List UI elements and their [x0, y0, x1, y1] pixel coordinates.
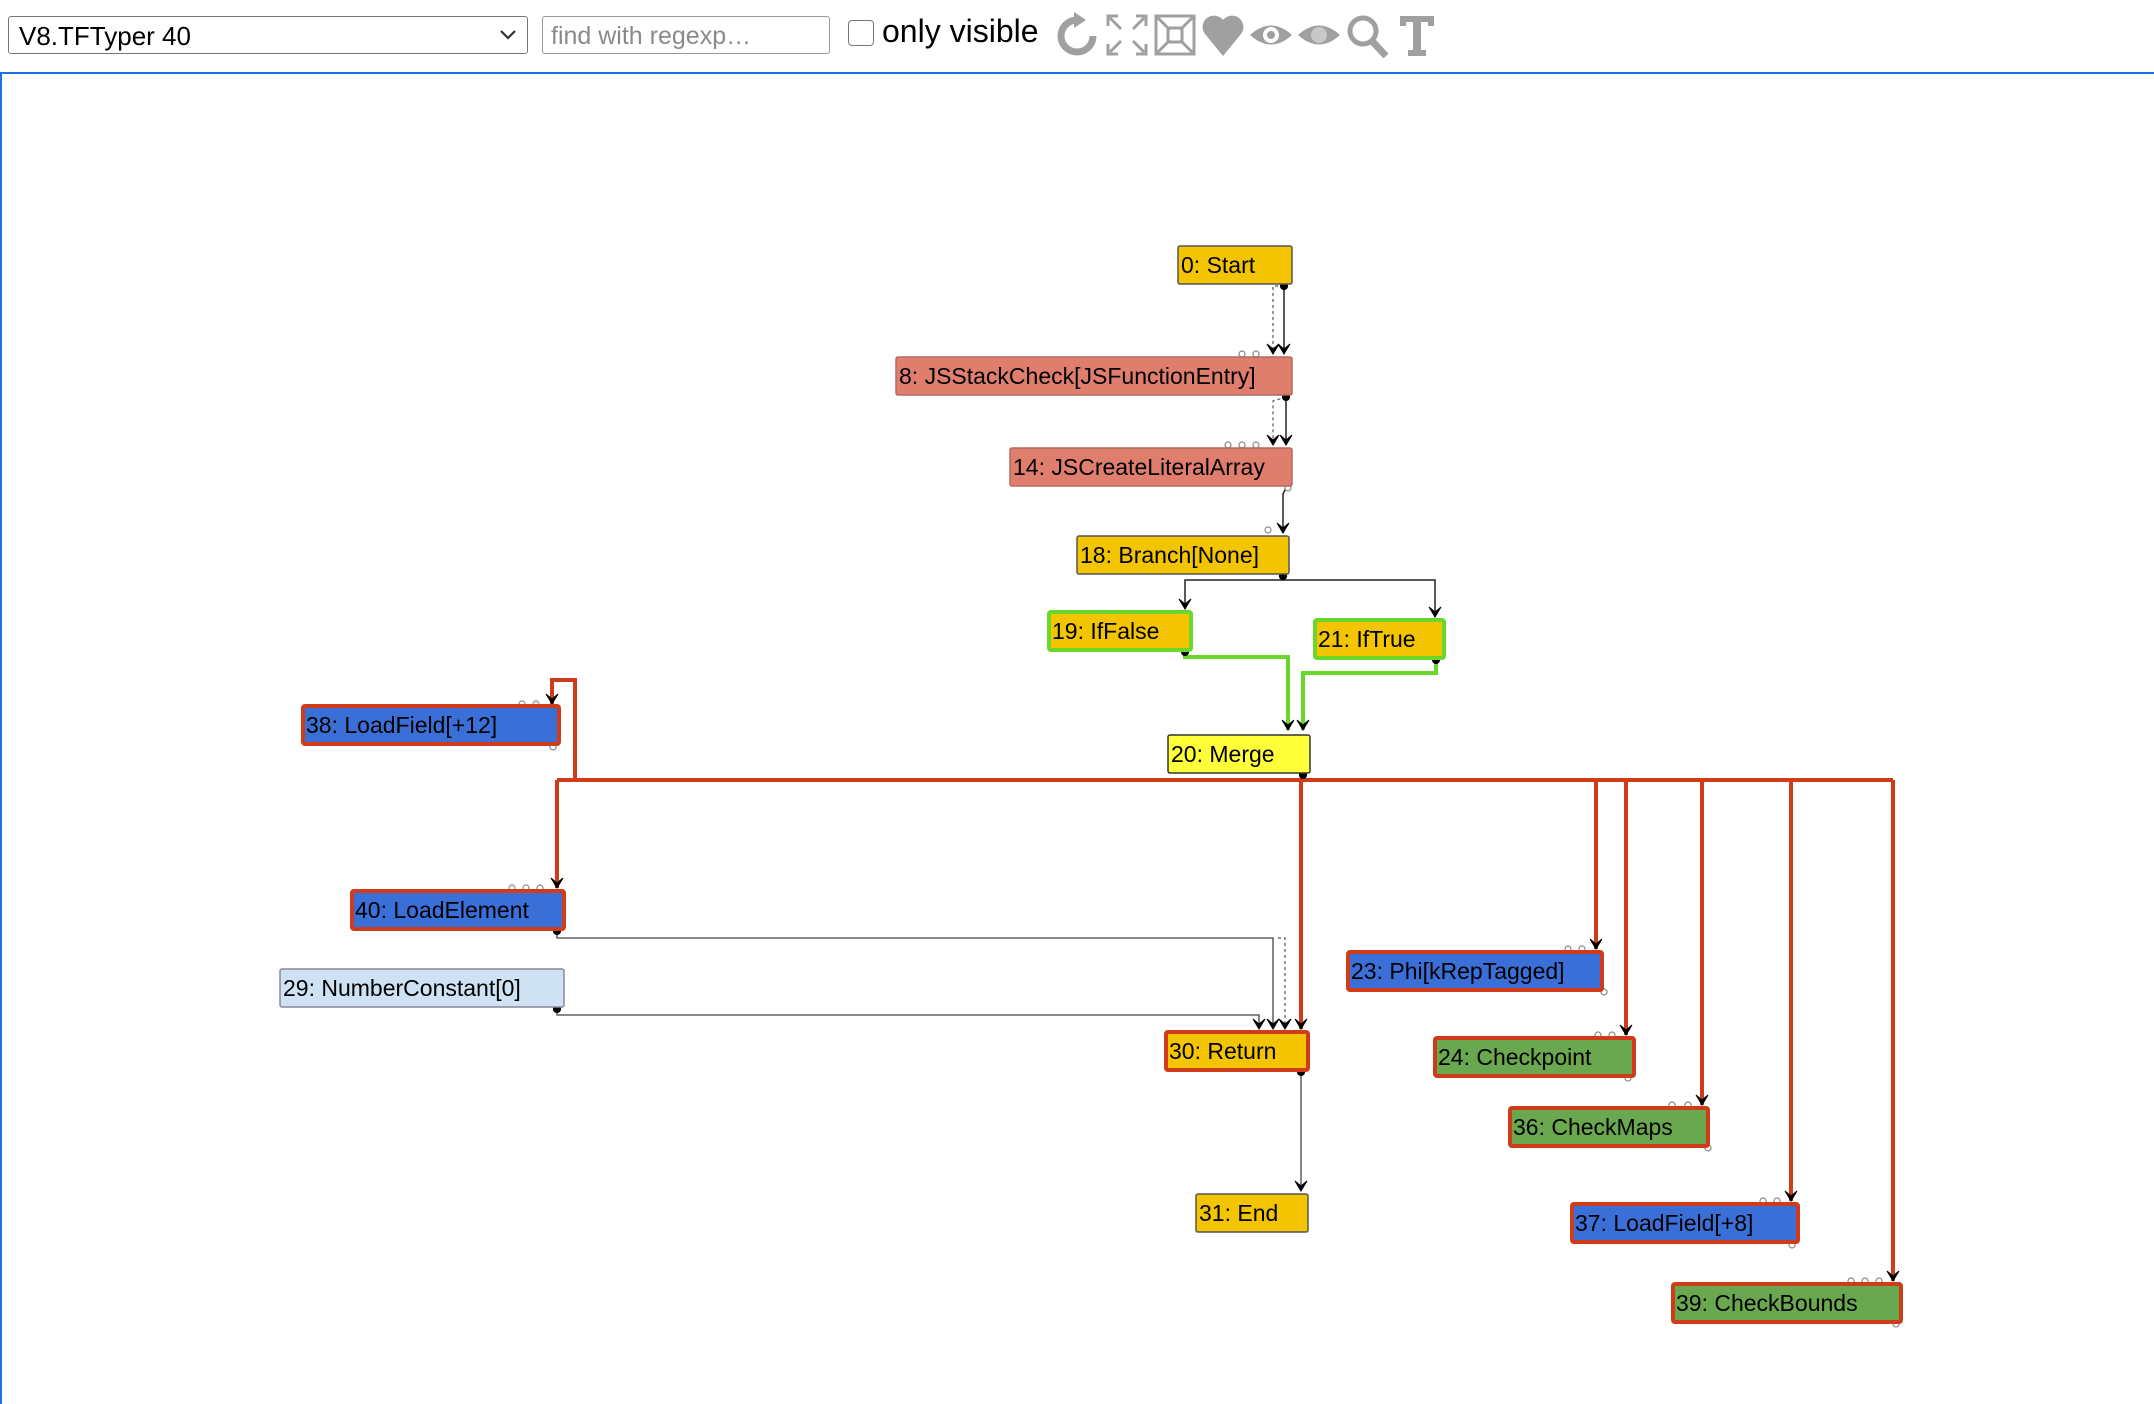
graph-node-18[interactable]: 18: Branch[None] [1076, 535, 1290, 575]
graph-node-label: 23: Phi[kRepTagged] [1351, 958, 1565, 984]
graph-node-label: 0: Start [1181, 252, 1256, 278]
arrowhead-control-1 [1266, 343, 1280, 355]
graph-node-0[interactable]: 0: Start [1177, 245, 1293, 285]
graph-node-label: 19: IfFalse [1052, 618, 1159, 644]
graph-node-label: 30: Return [1169, 1038, 1276, 1064]
graph-nodes: 0: Start 8: JSStackCheck[JSFunctionEntry]… [279, 245, 1903, 1324]
graph-node-23[interactable]: 23: Phi[kRepTagged] [1346, 950, 1604, 992]
graph-node-label: 21: IfTrue [1318, 626, 1416, 652]
only-visible-label: only visible [882, 13, 1039, 49]
graph-node-30[interactable]: 30: Return [1164, 1030, 1310, 1072]
graph-node-label: 14: JSCreateLiteralArray [1013, 454, 1265, 480]
eye-icon[interactable] [1248, 10, 1294, 60]
toolbar: V8.TFTyper 40 find with regexp… only vis… [0, 0, 2154, 72]
graph-node-37[interactable]: 37: LoadField[+8] [1570, 1202, 1800, 1244]
edge-iftrue-to-merge [1301, 660, 1438, 730]
search-input[interactable]: find with regexp… [542, 16, 830, 54]
only-visible-checkbox[interactable] [848, 20, 874, 46]
graph-node-label: 36: CheckMaps [1513, 1114, 1673, 1140]
graph-ports [508, 281, 1900, 1328]
input-port-5 [1264, 526, 1272, 534]
graph-node-8[interactable]: 8: JSStackCheck[JSFunctionEntry] [895, 356, 1293, 396]
graph-node-label: 20: Merge [1171, 741, 1275, 767]
edge-loadelement-to-return [556, 931, 1274, 1029]
eye-hidden-icon[interactable] [1296, 10, 1342, 60]
search-icon[interactable] [1344, 10, 1390, 60]
graph-node-label: 40: LoadElement [355, 897, 530, 923]
fit-icon[interactable] [1152, 10, 1198, 60]
graph-node-39[interactable]: 39: CheckBounds [1671, 1282, 1903, 1324]
graph-node-29[interactable]: 29: NumberConstant[0] [279, 968, 565, 1008]
graph-node-label: 31: End [1199, 1200, 1278, 1226]
graph-node-19[interactable]: 19: IfFalse [1047, 610, 1193, 652]
search-placeholder: find with regexp… [551, 22, 752, 50]
graph-node-21[interactable]: 21: IfTrue [1313, 618, 1446, 660]
input-port-0 [1238, 350, 1246, 358]
heart-icon[interactable] [1200, 10, 1246, 60]
edge-numberconstant-to-return [556, 1009, 1260, 1029]
graph-node-label: 39: CheckBounds [1676, 1290, 1858, 1316]
graph-node-40[interactable]: 40: LoadElement [350, 889, 566, 931]
graph-node-label: 18: Branch[None] [1080, 542, 1259, 568]
input-port-4 [1252, 441, 1260, 449]
edge-iffalse-to-merge [1183, 652, 1290, 730]
input-port-3 [1238, 441, 1246, 449]
graph-node-14[interactable]: 14: JSCreateLiteralArray [1009, 447, 1293, 487]
chevron-down-icon [500, 30, 516, 40]
graph-node-38[interactable]: 38: LoadField[+12] [301, 704, 561, 746]
graph-node-36[interactable]: 36: CheckMaps [1508, 1106, 1710, 1148]
graph-node-label: 37: LoadField[+8] [1575, 1210, 1753, 1236]
type-icon[interactable] [1394, 10, 1440, 60]
graph-node-label: 29: NumberConstant[0] [283, 975, 521, 1001]
phase-select-value: V8.TFTyper 40 [19, 21, 191, 51]
reload-icon[interactable] [1054, 10, 1100, 60]
graph-node-label: 8: JSStackCheck[JSFunctionEntry] [899, 363, 1256, 389]
graph-node-label: 24: Checkpoint [1438, 1044, 1592, 1070]
graph-panel[interactable]: 0: Start 8: JSStackCheck[JSFunctionEntry]… [0, 72, 2154, 1404]
edge-loadelement-effect [1278, 937, 1286, 1029]
graph-node-label: 38: LoadField[+12] [306, 712, 497, 738]
graph-node-31[interactable]: 31: End [1195, 1193, 1309, 1233]
input-port-1 [1252, 350, 1260, 358]
graph-node-20[interactable]: 20: Merge [1167, 734, 1311, 774]
input-port-2 [1224, 441, 1232, 449]
edge-branch-to-iftrue [1283, 579, 1436, 617]
graph-node-24[interactable]: 24: Checkpoint [1433, 1036, 1636, 1078]
arrowhead-data-2 [1278, 1018, 1292, 1030]
phase-select[interactable]: V8.TFTyper 40 [8, 16, 528, 54]
graph-canvas[interactable]: 0: Start 8: JSStackCheck[JSFunctionEntry]… [2, 74, 2152, 1404]
edge-branch-to-iffalse [1184, 576, 1284, 609]
expand-icon[interactable] [1104, 10, 1150, 60]
